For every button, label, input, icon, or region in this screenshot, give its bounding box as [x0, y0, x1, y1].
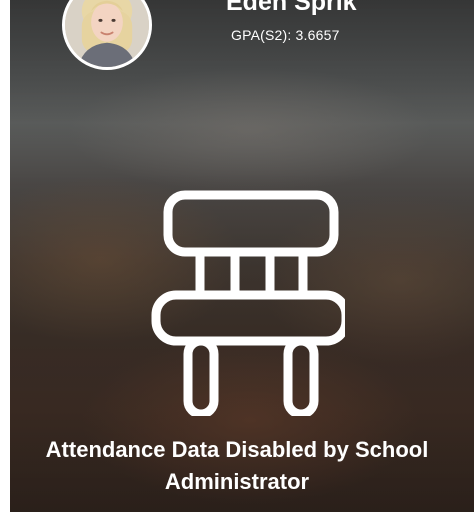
attendance-disabled-message: Attendance Data Disabled by School Admin…: [0, 434, 474, 498]
student-name: Eden Sprik: [226, 0, 357, 16]
chair-icon: [145, 186, 345, 416]
student-photo: [65, 0, 149, 67]
attendance-disabled-message-line2: Administrator: [164, 469, 310, 494]
gpa-label: GPA(S2): 3.6657: [231, 27, 340, 43]
attendance-disabled-message-line1: Attendance Data Disabled by School: [45, 437, 429, 462]
